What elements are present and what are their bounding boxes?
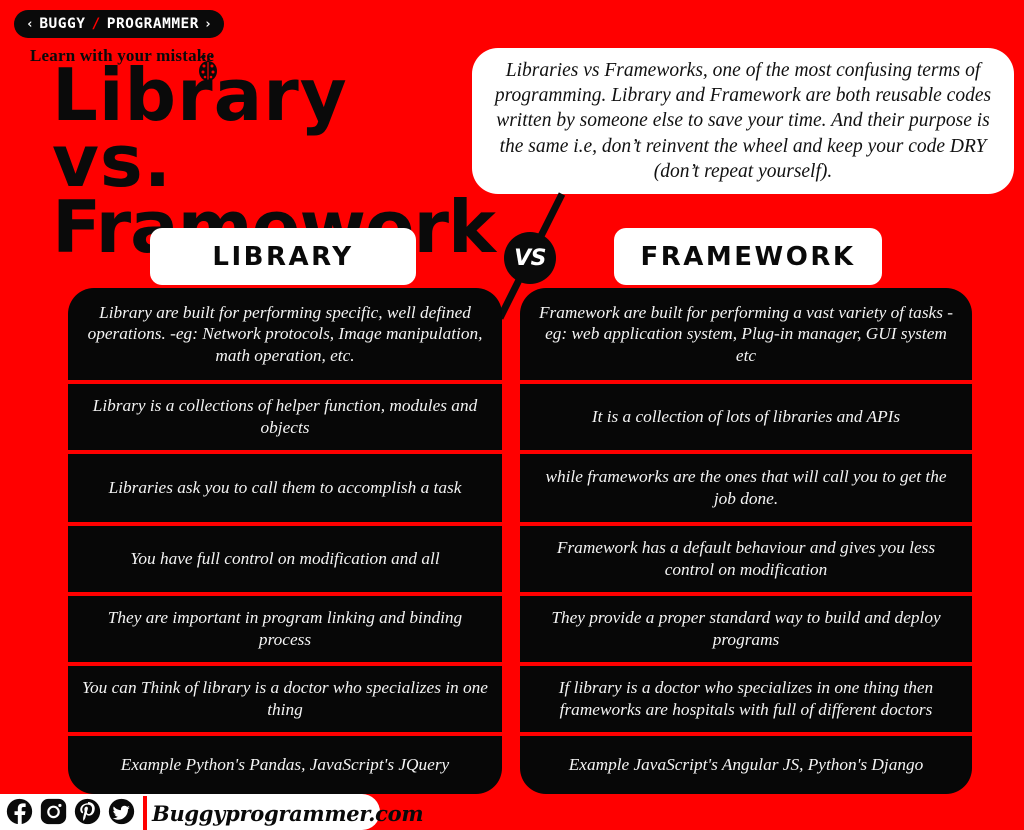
comparison-card-library: Library are built for performing specifi…	[68, 288, 502, 794]
vs-badge: VS	[504, 232, 556, 284]
social-links	[6, 798, 135, 825]
brand-word-buggy: BUGGY	[39, 16, 86, 32]
instagram-icon[interactable]	[40, 798, 67, 825]
brand-slash: /	[91, 16, 101, 32]
table-row: They are important in program linking an…	[68, 596, 502, 666]
twitter-icon[interactable]	[108, 798, 135, 825]
table-row: Framework has a default behaviour and gi…	[520, 526, 972, 596]
table-row: They provide a proper standard way to bu…	[520, 596, 972, 666]
pinterest-icon[interactable]	[74, 798, 101, 825]
chevron-left-icon: ‹	[26, 16, 35, 32]
brand-word-programmer: PROGRAMMER	[106, 16, 200, 32]
site-name[interactable]: Buggyprogrammer.com	[152, 797, 424, 829]
table-row: Framework are built for performing a vas…	[520, 288, 972, 384]
column-header-framework-label: FRAMEWORK	[640, 241, 856, 272]
footer-divider	[143, 796, 147, 830]
table-row: You have full control on modification an…	[68, 526, 502, 596]
column-header-library: LIBRARY	[150, 228, 416, 285]
vs-badge-label: VS	[514, 245, 546, 271]
table-row: If library is a doctor who specializes i…	[520, 666, 972, 736]
description-card: Libraries vs Frameworks, one of the most…	[472, 48, 1014, 194]
table-row: You can Think of library is a doctor who…	[68, 666, 502, 736]
table-row: Libraries ask you to call them to accomp…	[68, 454, 502, 526]
table-row: Library is a collections of helper funct…	[68, 384, 502, 454]
column-header-library-label: LIBRARY	[212, 241, 354, 272]
table-row: It is a collection of lots of libraries …	[520, 384, 972, 454]
facebook-icon[interactable]	[6, 798, 33, 825]
brand-badge[interactable]: ‹ BUGGY / PROGRAMMER ›	[14, 10, 225, 38]
table-row: Example JavaScript's Angular JS, Python'…	[568, 755, 924, 775]
table-row: while frameworks are the ones that will …	[520, 454, 972, 526]
comparison-card-framework: Framework are built for performing a vas…	[520, 288, 972, 794]
description-text: Libraries vs Frameworks, one of the most…	[494, 60, 992, 182]
chevron-right-icon: ›	[204, 16, 213, 32]
infographic-page: ‹ BUGGY / PROGRAMMER › Learn with your m…	[0, 0, 1024, 830]
table-row: Library are built for performing specifi…	[68, 288, 502, 384]
column-header-framework: FRAMEWORK	[614, 228, 882, 285]
table-row: Example Python's Pandas, JavaScript's JQ…	[120, 755, 450, 775]
page-title-line-1: Library vs.	[52, 53, 348, 204]
